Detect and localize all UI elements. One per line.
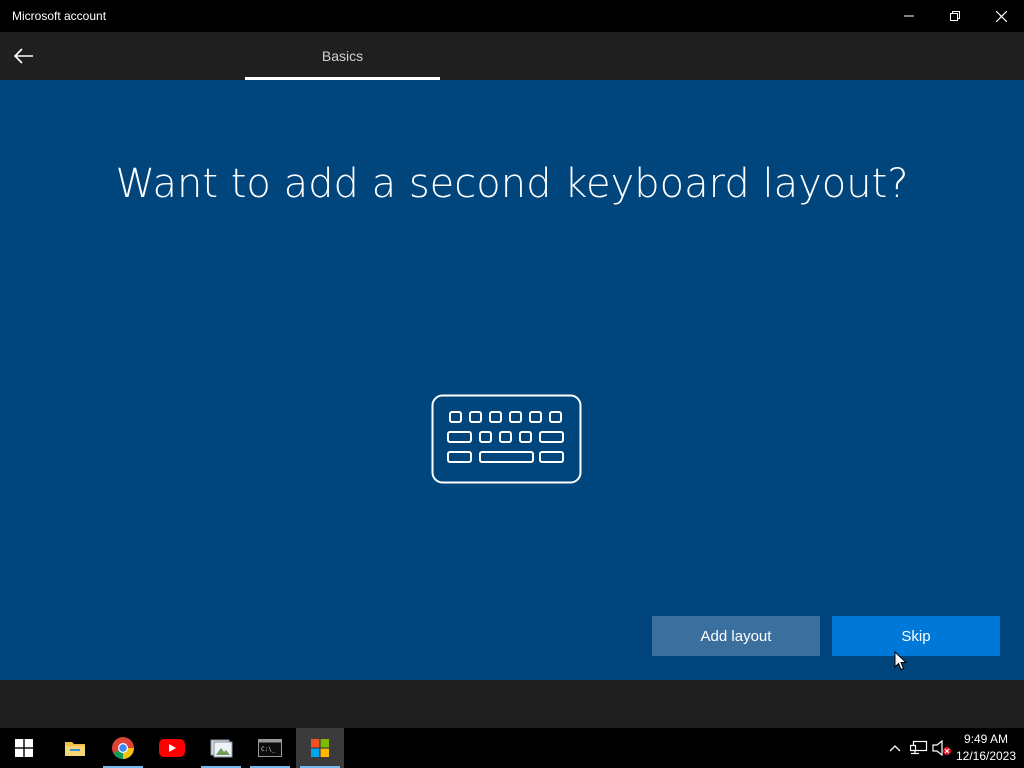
title-bar: Microsoft account [0,0,1024,32]
skip-button[interactable]: Skip [832,616,1000,656]
clock-date: 12/16/2023 [955,749,1017,763]
footer-bar [0,680,1024,728]
taskbar-chrome[interactable] [99,728,147,768]
clock-time: 9:49 AM [963,732,1009,746]
microsoft-store-icon [311,739,329,757]
header-bar: Basics [0,32,1024,112]
page-heading: Want to add a second keyboard layout? [115,161,909,207]
restore-icon [950,11,960,21]
minimize-icon [904,15,914,17]
close-button[interactable] [978,0,1024,32]
add-layout-button[interactable]: Add layout [652,616,820,656]
taskbar-clock[interactable]: 9:49 AM 12/16/2023 [952,731,1020,765]
volume-muted-icon [932,740,951,756]
close-icon [995,10,1007,22]
network-button[interactable] [909,738,929,758]
start-button[interactable] [0,728,48,768]
taskbar-terminal[interactable]: C:\_ [246,728,294,768]
restore-button[interactable] [932,0,978,32]
window-title: Microsoft account [12,9,107,23]
keyboard-icon [431,394,582,484]
taskbar: C:\_ 9:49 AM 12/16/2023 [0,728,1024,768]
mouse-cursor-icon [894,651,908,671]
tab-basics-label: Basics [321,48,364,64]
chrome-icon [112,737,134,759]
network-icon [910,740,928,755]
tab-basics[interactable]: Basics [245,32,440,80]
taskbar-youtube[interactable] [148,728,196,768]
start-icon [15,739,33,757]
volume-button[interactable] [932,738,952,758]
main-panel: Want to add a second keyboard layout? Ad… [0,80,1024,680]
taskbar-file-explorer[interactable] [51,728,99,768]
chevron-up-icon [889,745,901,752]
back-button[interactable] [4,36,44,76]
show-hidden-icons-button[interactable] [885,738,905,758]
youtube-icon [159,739,185,757]
svg-text:C:\_: C:\_ [261,746,276,753]
photos-icon [210,739,233,758]
back-arrow-icon [14,48,33,64]
taskbar-microsoft-store[interactable] [296,728,344,768]
minimize-button[interactable] [886,0,932,32]
terminal-icon: C:\_ [258,739,282,757]
file-explorer-icon [65,742,85,756]
taskbar-photos[interactable] [197,728,245,768]
